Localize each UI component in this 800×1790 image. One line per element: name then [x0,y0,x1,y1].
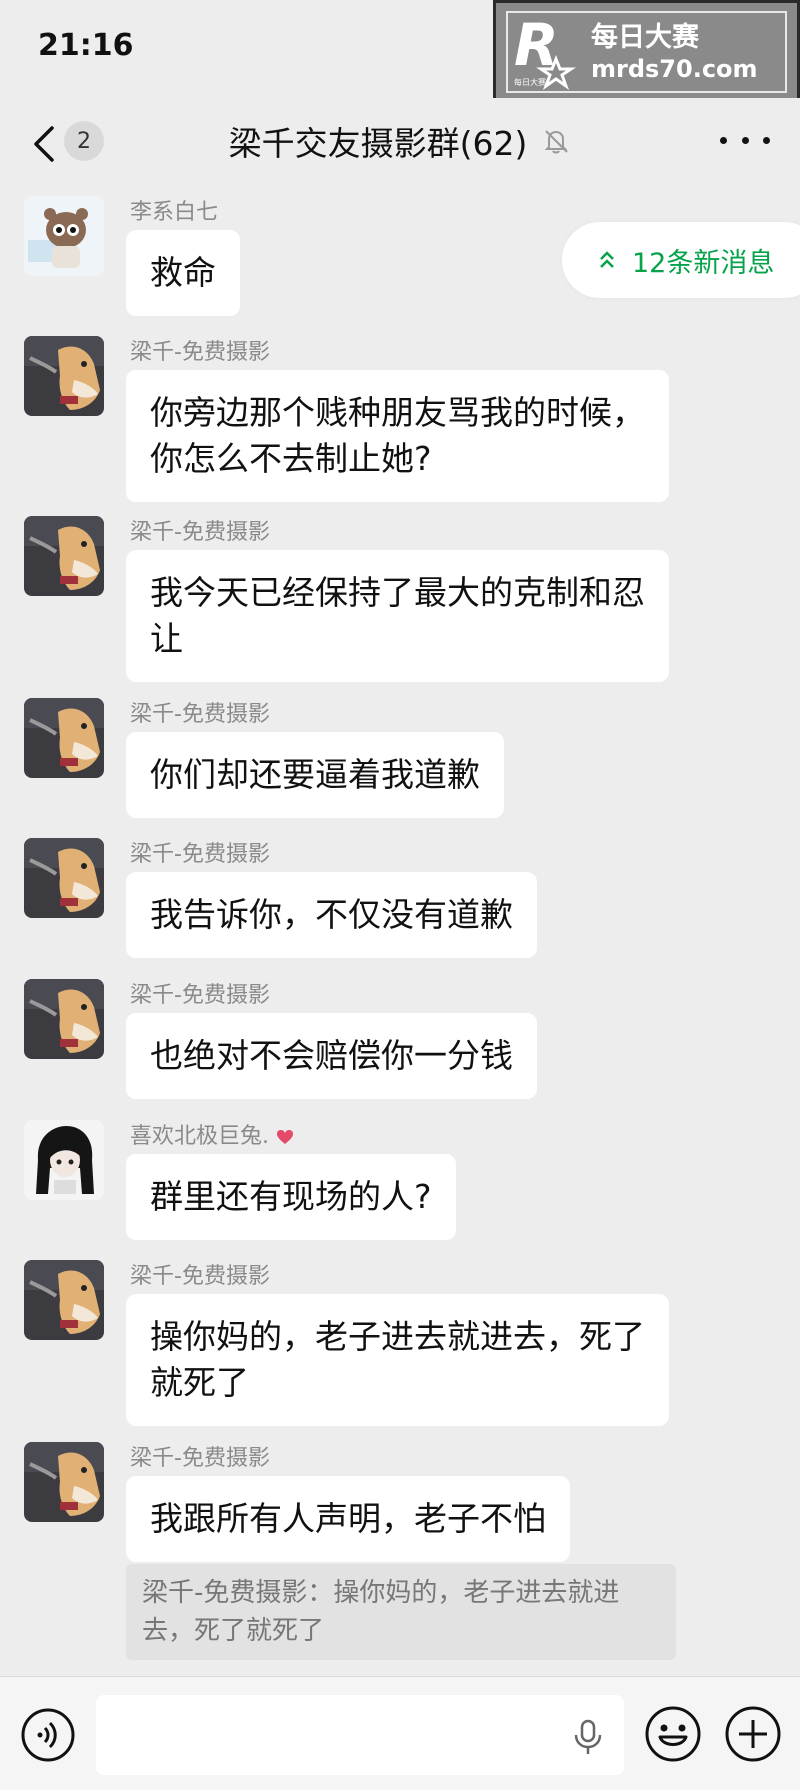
message-input[interactable] [96,1695,624,1775]
message-text: 群里还有现场的人? [150,1177,432,1216]
back-button[interactable]: 2 [26,118,106,168]
watermark-url: mrds70.com [591,55,758,83]
more-options-button[interactable] [720,120,770,160]
message-bubble[interactable]: 我今天已经保持了最大的克制和忍 让 [126,550,669,682]
quote-text: 梁千-免费摄影：操你妈的，老子进去就进 [142,1578,620,1608]
message-bubble[interactable]: 你们却还要逼着我道歉 [126,732,504,818]
message-bubble[interactable]: 我跟所有人声明，老子不怕 [126,1476,570,1562]
avatar-dog-icon[interactable] [24,336,104,416]
new-messages-button[interactable]: 12条新消息 [562,222,800,298]
input-bar [0,1676,800,1790]
sender-name: 李系白七 [130,200,219,225]
watermark-logo: R 每日大赛 [514,13,576,90]
sender-name: 梁千-免费摄影 [130,520,270,545]
message-text: 你怎么不去制止她? [150,439,432,478]
quoted-message[interactable]: 梁千-免费摄影：操你妈的，老子进去就进 去，死了就死了 [126,1564,676,1660]
message-text: 我今天已经保持了最大的克制和忍 [150,573,645,612]
message-text: 你们却还要逼着我道歉 [150,755,480,794]
double-chevron-up-icon [600,251,614,268]
message-text: 就死了 [150,1363,249,1402]
avatar-dog-icon[interactable] [24,698,104,778]
message-bubble[interactable]: 也绝对不会赔偿你一分钱 [126,1013,537,1099]
chat-header: 2 梁千交友摄影群(62) [0,98,800,186]
plus-icon[interactable] [724,1705,782,1763]
new-messages-label: 12条新消息 [632,247,775,279]
message-text: 救命 [150,253,216,292]
message-bubble[interactable]: 救命 [126,230,240,316]
message-text: 操你妈的，老子进去就进去，死了 [150,1317,645,1356]
avatar-dog-icon[interactable] [24,1442,104,1522]
heart-icon [277,1130,293,1144]
chat-title-group[interactable]: 梁千交友摄影群(62) [200,116,600,166]
more-dot [763,136,770,144]
avatar-dog-icon[interactable] [24,516,104,596]
message-bubble[interactable]: 我告诉你，不仅没有道歉 [126,872,537,958]
message-text: 也绝对不会赔偿你一分钱 [150,1036,513,1075]
sender-name: 梁千-免费摄影 [130,1446,270,1471]
message-text: 让 [150,619,183,658]
status-time: 21:16 [38,28,134,63]
quote-text: 去，死了就死了 [142,1616,325,1646]
unread-count-badge: 2 [64,121,104,161]
message-bubble[interactable]: 群里还有现场的人? [126,1154,456,1240]
avatar-cartoon-icon[interactable] [24,196,104,276]
sender-name: 梁千-免费摄影 [130,983,270,1008]
sender-name: 梁千-免费摄影 [130,340,270,365]
more-dots-icon [720,136,727,144]
avatar-anime-girl-icon[interactable] [24,1120,104,1200]
avatar-dog-icon[interactable] [24,838,104,918]
mic-icon[interactable] [570,1717,606,1757]
sender-name: 喜欢北极巨兔. [130,1118,294,1150]
chat-title: 梁千交友摄影群(62) [228,124,528,163]
avatar-dog-icon[interactable] [24,979,104,1059]
message-bubble[interactable]: 操你妈的，老子进去就进去，死了 就死了 [126,1294,669,1426]
sender-name-text: 喜欢北极巨兔. [130,1124,269,1149]
chat-messages[interactable]: 李系白七 救命 梁千-免费摄影 你旁边那个贱种朋友骂我的时候， 你怎么不去制止她… [0,186,800,1676]
message-bubble[interactable]: 你旁边那个贱种朋友骂我的时候， 你怎么不去制止她? [126,370,669,502]
message-text: 我跟所有人声明，老子不怕 [150,1499,546,1538]
avatar-dog-icon[interactable] [24,1260,104,1340]
voice-icon[interactable] [20,1707,76,1763]
watermark: R 每日大赛 每日大赛 mrds70.com [493,0,800,104]
bell-muted-icon [544,130,569,154]
back-chevron-icon [34,126,54,162]
more-dot [741,136,749,144]
svg-text:每日大赛: 每日大赛 [514,77,546,87]
sender-name: 梁千-免费摄影 [130,702,270,727]
emoji-icon[interactable] [644,1705,702,1763]
message-text: 你旁边那个贱种朋友骂我的时候， [150,393,645,432]
watermark-title: 每日大赛 [591,22,699,53]
sender-name: 梁千-免费摄影 [130,842,270,867]
message-text: 我告诉你，不仅没有道歉 [150,895,513,934]
sender-name: 梁千-免费摄影 [130,1264,270,1289]
